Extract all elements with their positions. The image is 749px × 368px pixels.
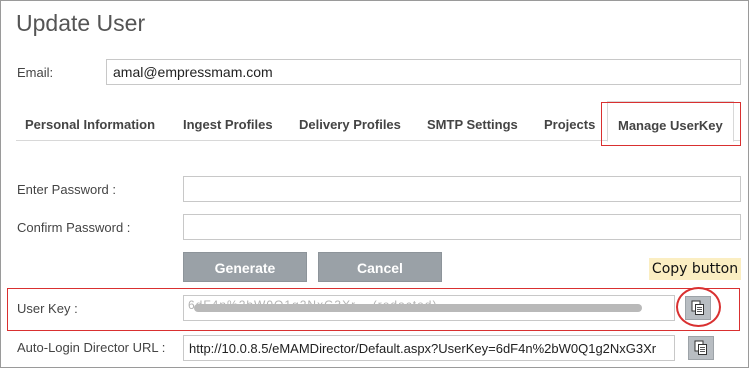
copy-url-button[interactable] xyxy=(688,336,714,360)
page-title: Update User xyxy=(16,10,146,36)
tab-ingest-profiles[interactable]: Ingest Profiles xyxy=(183,117,273,132)
tab-bar: Personal Information Ingest Profiles Del… xyxy=(16,101,741,142)
enter-password-field[interactable] xyxy=(183,176,741,202)
update-user-panel: Update User Email: amal@empressmam.com P… xyxy=(0,0,749,368)
copy-icon xyxy=(691,300,704,315)
email-field[interactable]: amal@empressmam.com xyxy=(106,59,741,85)
tab-projects[interactable]: Projects xyxy=(544,117,595,132)
redaction-bar xyxy=(194,304,642,312)
enter-password-label: Enter Password : xyxy=(17,182,116,197)
tab-delivery-profiles[interactable]: Delivery Profiles xyxy=(299,117,401,132)
copy-user-key-button[interactable] xyxy=(685,296,711,320)
auto-login-url-field[interactable]: http://10.0.8.5/eMAMDirector/Default.asp… xyxy=(183,335,675,361)
copy-button-callout: Copy button xyxy=(649,258,741,280)
email-label: Email: xyxy=(17,65,54,80)
generate-button[interactable]: Generate xyxy=(183,252,307,282)
user-key-field[interactable]: 6dF4n%2bW0Q1g2NxG3Xr... (redacted) xyxy=(183,295,675,321)
auto-login-url-label: Auto-Login Director URL : xyxy=(17,340,166,355)
user-key-label: User Key : xyxy=(17,301,78,316)
cancel-button[interactable]: Cancel xyxy=(318,252,442,282)
tab-smtp-settings[interactable]: SMTP Settings xyxy=(427,117,518,132)
confirm-password-label: Confirm Password : xyxy=(17,220,131,235)
copy-icon xyxy=(694,340,707,355)
confirm-password-field[interactable] xyxy=(183,214,741,240)
tab-manage-userkey[interactable]: Manage UserKey xyxy=(607,101,734,142)
tab-personal-information[interactable]: Personal Information xyxy=(25,117,155,132)
